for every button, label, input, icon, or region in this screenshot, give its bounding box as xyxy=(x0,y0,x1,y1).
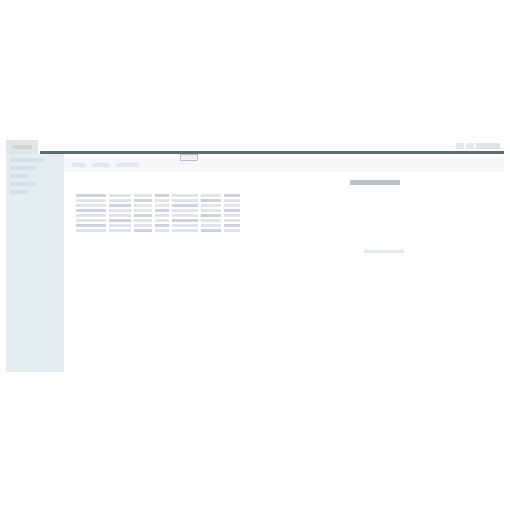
table-cell xyxy=(155,224,169,227)
table-cell xyxy=(109,194,131,197)
table-cell xyxy=(224,209,240,212)
table-cell xyxy=(76,199,106,202)
tab[interactable] xyxy=(92,163,110,167)
table-cell xyxy=(224,194,240,197)
table-cell xyxy=(201,224,221,227)
table-cell xyxy=(201,199,221,202)
table-cell xyxy=(76,224,106,227)
table-cell xyxy=(201,214,221,217)
table-cell xyxy=(76,229,106,232)
table-cell xyxy=(134,224,152,227)
table-cell xyxy=(109,229,131,232)
table-cell xyxy=(109,204,131,207)
table-row[interactable] xyxy=(76,199,406,202)
table-cell xyxy=(201,219,221,222)
table-cell xyxy=(224,199,240,202)
table-cell xyxy=(224,214,240,217)
settings-icon[interactable] xyxy=(456,143,464,149)
table-cell xyxy=(224,219,240,222)
table-cell xyxy=(172,209,198,212)
sidebar-item[interactable] xyxy=(10,190,28,194)
table-row[interactable] xyxy=(76,229,406,232)
table-cell xyxy=(134,214,152,217)
table-cell xyxy=(201,204,221,207)
app-window xyxy=(6,140,504,372)
sidebar-item[interactable] xyxy=(10,166,36,170)
user-menu-button[interactable] xyxy=(476,143,500,149)
table-cell xyxy=(155,194,169,197)
table-cell xyxy=(155,199,169,202)
table-cell xyxy=(172,214,198,217)
table-cell xyxy=(134,209,152,212)
table-cell xyxy=(155,209,169,212)
tab-bar xyxy=(72,163,138,167)
table-cell xyxy=(76,204,106,207)
table-cell xyxy=(134,204,152,207)
table-cell xyxy=(76,209,106,212)
table-row[interactable] xyxy=(76,224,406,227)
table-cell xyxy=(76,219,106,222)
table-cell xyxy=(201,209,221,212)
table-cell xyxy=(155,214,169,217)
tab[interactable] xyxy=(116,163,138,167)
table-cell xyxy=(109,199,131,202)
table-cell xyxy=(155,229,169,232)
action-button[interactable] xyxy=(350,180,400,185)
table-cell xyxy=(172,199,198,202)
table-cell xyxy=(134,194,152,197)
table-cell xyxy=(134,229,152,232)
brand-logo[interactable] xyxy=(6,140,38,154)
table-cell xyxy=(224,224,240,227)
active-tab[interactable] xyxy=(180,154,198,161)
table-cell xyxy=(109,224,131,227)
toolbar xyxy=(64,154,504,172)
table-cell xyxy=(134,199,152,202)
table-cell xyxy=(201,229,221,232)
sidebar-item[interactable] xyxy=(10,158,44,162)
tab[interactable] xyxy=(72,163,86,167)
table-cell xyxy=(172,204,198,207)
table-cell xyxy=(76,194,106,197)
sidebar-item[interactable] xyxy=(10,182,36,186)
table-cell xyxy=(109,209,131,212)
table-cell xyxy=(201,194,221,197)
table-cell xyxy=(155,204,169,207)
table-cell xyxy=(224,204,240,207)
app-title xyxy=(12,145,32,149)
data-table xyxy=(76,194,406,234)
table-cell xyxy=(155,219,169,222)
table-row[interactable] xyxy=(76,209,406,212)
top-right-tools xyxy=(456,142,500,150)
sidebar-item[interactable] xyxy=(10,174,28,178)
table-row[interactable] xyxy=(76,194,406,197)
main-content xyxy=(64,154,504,372)
table-cell xyxy=(172,194,198,197)
table-cell xyxy=(134,219,152,222)
table-cell xyxy=(224,229,240,232)
table-cell xyxy=(172,224,198,227)
pagination-text xyxy=(364,250,404,253)
table-cell xyxy=(172,229,198,232)
table-cell xyxy=(109,214,131,217)
table-row[interactable] xyxy=(76,204,406,207)
help-icon[interactable] xyxy=(466,143,474,149)
top-bar xyxy=(6,140,504,154)
sidebar xyxy=(6,154,64,372)
table-row[interactable] xyxy=(76,219,406,222)
table-cell xyxy=(172,219,198,222)
table-cell xyxy=(109,219,131,222)
table-cell xyxy=(76,214,106,217)
table-row[interactable] xyxy=(76,214,406,217)
